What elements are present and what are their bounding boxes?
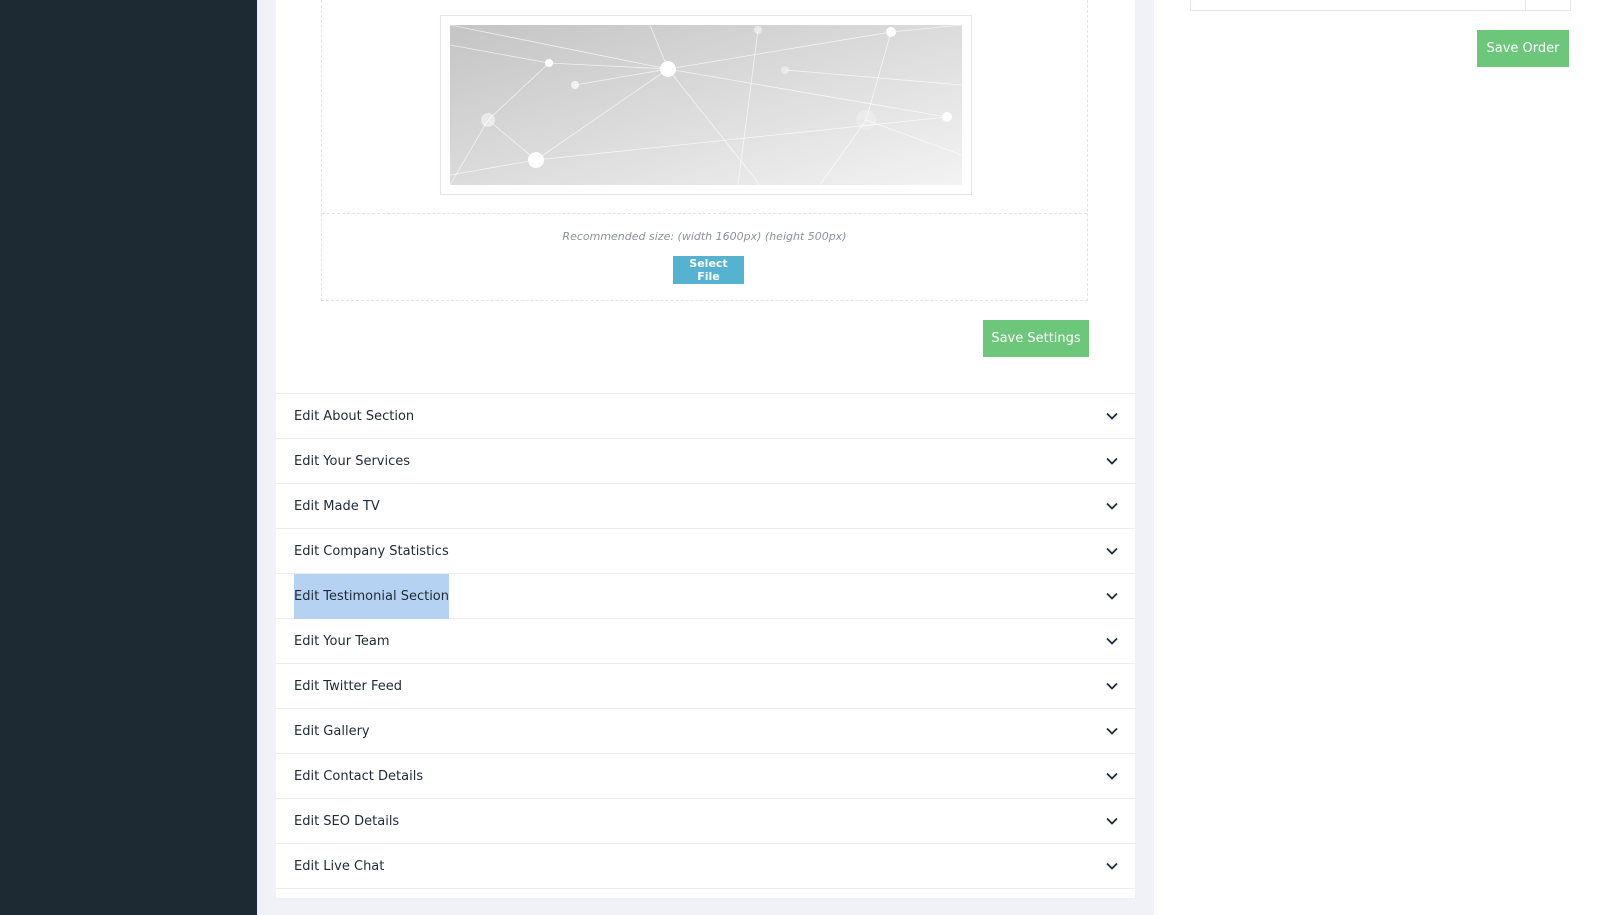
select-file-button[interactable]: Select File: [673, 256, 744, 284]
sidebar: [0, 0, 257, 915]
chevron-down-icon: [1106, 457, 1118, 465]
accordion-item-label: Edit Your Team: [294, 633, 390, 649]
order-list-handle[interactable]: [1526, 0, 1571, 11]
accordion-item-services[interactable]: Edit Your Services: [276, 439, 1135, 484]
accordion-item-team[interactable]: Edit Your Team: [276, 619, 1135, 664]
accordion-item-label: Edit Live Chat: [294, 858, 385, 874]
save-order-button[interactable]: Save Order: [1477, 30, 1569, 67]
chevron-down-icon: [1106, 502, 1118, 510]
save-settings-button[interactable]: Save Settings: [983, 320, 1089, 357]
accordion-item-seo-details[interactable]: Edit SEO Details: [276, 799, 1135, 844]
accordion-item-label: Edit Contact Details: [294, 768, 424, 784]
chevron-down-icon: [1106, 637, 1118, 645]
accordion-item-live-chat[interactable]: Edit Live Chat: [276, 844, 1135, 889]
accordion-item-company-statistics[interactable]: Edit Company Statistics: [276, 529, 1135, 574]
recommended-size-hint: Recommended size: (width 1600px) (height…: [562, 230, 847, 243]
accordion-item-label: Edit SEO Details: [294, 813, 400, 829]
accordion-item-testimonial[interactable]: Edit Testimonial Section: [276, 573, 1135, 619]
accordion-item-label: Edit Testimonial Section: [294, 573, 449, 619]
chevron-down-icon: [1106, 862, 1118, 870]
order-list-item[interactable]: [1190, 0, 1526, 11]
chevron-down-icon: [1106, 817, 1118, 825]
accordion-item-gallery[interactable]: Edit Gallery: [276, 709, 1135, 754]
accordion-item-label: Edit Made TV: [294, 498, 380, 514]
chevron-down-icon: [1106, 727, 1118, 735]
banner-image-preview: [440, 15, 972, 195]
accordion-item-label: Edit Gallery: [294, 723, 370, 739]
accordion-item-label: Edit Twitter Feed: [294, 678, 403, 694]
image-upload-area: Recommended size: (width 1600px) (height…: [321, 0, 1088, 301]
edit-sections-accordion: Edit About Section Edit Your Services Ed…: [276, 393, 1135, 889]
chevron-down-icon: [1106, 547, 1118, 555]
accordion-item-made-tv[interactable]: Edit Made TV: [276, 484, 1135, 529]
upload-divider: [322, 213, 1087, 214]
accordion-item-label: Edit About Section: [294, 408, 415, 424]
accordion-item-about[interactable]: Edit About Section: [276, 394, 1135, 439]
chevron-down-icon: [1106, 772, 1118, 780]
accordion-item-label: Edit Your Services: [294, 453, 411, 469]
accordion-item-label: Edit Company Statistics: [294, 543, 449, 559]
network-background-image: [450, 25, 962, 185]
accordion-item-twitter-feed[interactable]: Edit Twitter Feed: [276, 664, 1135, 709]
chevron-down-icon: [1106, 412, 1118, 420]
accordion-item-contact-details[interactable]: Edit Contact Details: [276, 754, 1135, 799]
settings-panel: Recommended size: (width 1600px) (height…: [276, 0, 1135, 898]
chevron-down-icon: [1106, 592, 1118, 600]
chevron-down-icon: [1106, 682, 1118, 690]
section-order-panel: Save Order: [1154, 0, 1600, 915]
